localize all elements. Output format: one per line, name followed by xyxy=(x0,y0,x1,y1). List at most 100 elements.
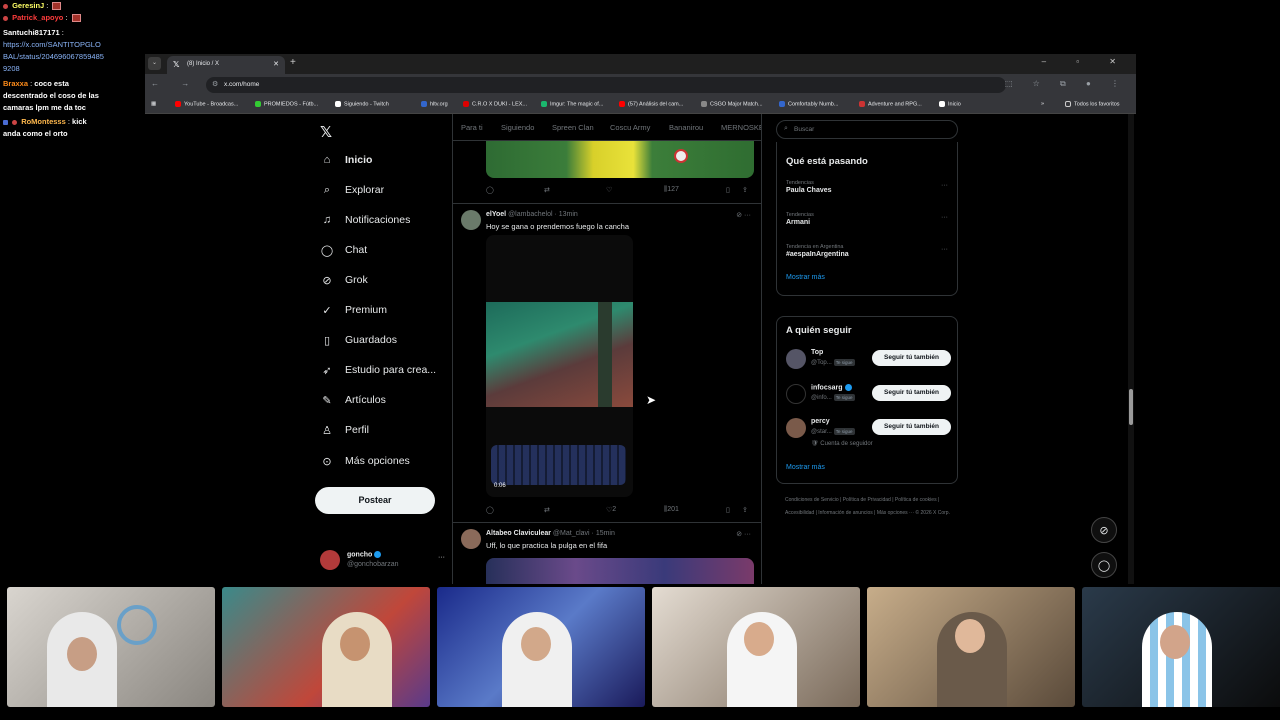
nav-premium[interactable]: ✓ Premium xyxy=(320,300,387,320)
bookmark-item[interactable]: YouTube - Broadcas... xyxy=(175,101,238,107)
tab-bananirou[interactable]: Bananirou xyxy=(669,123,703,132)
apps-icon[interactable]: ▦ xyxy=(151,101,156,107)
share-icon[interactable]: ⇪ xyxy=(742,186,748,194)
like-icon[interactable]: ♡ xyxy=(606,186,612,194)
follow-back-button[interactable]: Seguir tú también xyxy=(872,419,951,435)
bookmark-item[interactable]: Siguiendo - Twitch xyxy=(335,101,389,107)
tab-siguiendo[interactable]: Siguiendo xyxy=(501,123,534,132)
follow-name-row[interactable]: infocsarg xyxy=(811,384,852,391)
nav-grok[interactable]: ⊘ Grok xyxy=(320,270,368,290)
x-logo-icon[interactable]: 𝕏 xyxy=(320,123,332,141)
tweet-media-image[interactable] xyxy=(486,558,754,584)
trend-item[interactable]: Tendencias Paula Chaves ··· xyxy=(786,180,948,194)
site-info-icon[interactable]: ⚙ xyxy=(212,80,218,88)
tab-inicio[interactable]: 𝕏 (8) Inicio / X ✕ xyxy=(167,56,285,74)
tab-spreen-clan[interactable]: Spreen Clan xyxy=(552,123,594,132)
new-tab-icon[interactable]: + xyxy=(290,57,296,68)
nav-inicio[interactable]: ⌂ Inicio xyxy=(320,150,373,170)
follow-name[interactable]: percy xyxy=(811,418,830,425)
follow-back-button[interactable]: Seguir tú también xyxy=(872,350,951,366)
nav-notificaciones[interactable]: ♫ Notificaciones xyxy=(320,210,411,230)
more-icon[interactable]: ··· xyxy=(438,554,445,561)
nav-chat[interactable]: ◯ Chat xyxy=(320,240,367,260)
follow-handle-row: @Top... Te sigue xyxy=(811,359,855,366)
more-icon[interactable]: ··· xyxy=(941,182,948,189)
avatar[interactable] xyxy=(786,418,806,438)
nav-articulos[interactable]: ✎ Artículos xyxy=(320,390,386,410)
grok-menu-icon[interactable]: ⊘ ··· xyxy=(736,211,751,219)
tweet-media-video[interactable]: 0:06 xyxy=(486,235,633,497)
views-stat[interactable]: ⫼ 201 xyxy=(664,506,679,514)
bookmark-item[interactable]: hltv.org xyxy=(421,101,448,107)
nav-label: Artículos xyxy=(345,394,386,406)
retweet-icon[interactable]: ⇄ xyxy=(544,506,550,514)
follow-name[interactable]: Top xyxy=(811,349,823,356)
address-bar[interactable]: ⚙ x.com/home xyxy=(206,77,1006,93)
follow-back-button[interactable]: Seguir tú también xyxy=(872,385,951,401)
views-stat[interactable]: ⫼ 127 xyxy=(664,186,679,194)
trend-item[interactable]: Tendencias Armani ··· xyxy=(786,212,948,226)
trend-item[interactable]: Tendencia en Argentina #aespaInArgentina ·… xyxy=(786,244,948,258)
divider xyxy=(453,522,761,523)
window-controls[interactable]: – ▫ ✕ xyxy=(1042,57,1130,66)
messages-float-icon[interactable]: ◯ xyxy=(1091,552,1117,578)
scrollbar-thumb[interactable] xyxy=(1129,389,1133,425)
more-icon[interactable]: ··· xyxy=(941,214,948,221)
tab-para-ti[interactable]: Para ti xyxy=(461,123,483,132)
share-icon[interactable]: ⇪ xyxy=(742,506,748,514)
bookmark-item[interactable]: C.R.O X DUKI - LEX... xyxy=(463,101,527,107)
bookmark-icon[interactable]: ▯ xyxy=(726,186,730,194)
bookmark-label: (57) Análisis del cam... xyxy=(628,101,684,108)
tab-search-icon[interactable]: ⌄ xyxy=(148,57,161,70)
bookmark-item[interactable]: (57) Análisis del cam... xyxy=(619,101,683,107)
avatar[interactable] xyxy=(786,349,806,369)
nav-label: Premium xyxy=(345,304,388,316)
nav-label: Estudio para crea... xyxy=(345,364,437,376)
tweet-media-video[interactable] xyxy=(486,141,754,178)
nav-mas-opciones[interactable]: ⊙ Más opciones xyxy=(320,451,409,471)
reply-icon[interactable]: ◯ xyxy=(486,186,494,194)
close-tab-icon[interactable]: ✕ xyxy=(273,60,279,68)
retweet-icon[interactable]: ⇄ xyxy=(544,186,550,194)
avatar[interactable] xyxy=(461,210,481,230)
bookmark-item[interactable]: Adventure and RPG... xyxy=(859,101,922,107)
bookmark-item[interactable]: Inicio xyxy=(939,101,961,107)
streamer-face xyxy=(521,627,551,661)
bookmark-item[interactable]: PROMIEDOS - Fútb... xyxy=(255,101,318,107)
webcam-feed xyxy=(437,587,645,707)
show-more-link[interactable]: Mostrar más xyxy=(786,464,825,471)
follow-handle: @info... xyxy=(811,395,832,401)
reply-icon[interactable]: ◯ xyxy=(486,506,494,514)
author-name[interactable]: Altabeo Claviculear xyxy=(486,530,551,537)
grok-float-icon[interactable]: ⊘ xyxy=(1091,517,1117,543)
avatar[interactable] xyxy=(786,384,806,404)
toolbar-icons[interactable]: ⬚ ☆ ⧉ ● ⋮ xyxy=(1005,79,1128,89)
more-icon[interactable]: ··· xyxy=(941,246,948,253)
post-button[interactable]: Postear xyxy=(315,487,435,514)
grok-menu-icon[interactable]: ⊘ ··· xyxy=(736,530,751,538)
bookmark-icon[interactable]: ▯ xyxy=(726,506,730,514)
show-more-link[interactable]: Mostrar más xyxy=(786,274,825,281)
nav-explorar[interactable]: ⌕ Explorar xyxy=(320,180,384,200)
bookmark-item[interactable]: CSGO Major Match... xyxy=(701,101,763,107)
nav-perfil[interactable]: ♙ Perfil xyxy=(320,420,369,440)
tab-coscu-army[interactable]: Coscu Army xyxy=(610,123,650,132)
bookmark-item[interactable]: Imgur: The magic of... xyxy=(541,101,603,107)
nav-label: Grok xyxy=(345,274,368,286)
account-switcher[interactable]: goncho @gonchobarzan ··· xyxy=(320,548,445,572)
avatar[interactable] xyxy=(461,529,481,549)
tab-mernoske[interactable]: MERNOSKE xyxy=(721,123,761,132)
footer-links[interactable]: Condiciones de Servicio | Política de Pr… xyxy=(785,494,955,519)
bookmark-item[interactable]: Comfortably Numb... xyxy=(779,101,838,107)
badge-icon xyxy=(3,119,8,125)
more-bookmarks-icon[interactable]: » xyxy=(1041,101,1044,107)
scrollbar[interactable] xyxy=(1128,114,1134,584)
nav-guardados[interactable]: ▯ Guardados xyxy=(320,330,397,350)
all-bookmarks[interactable]: Todos los favoritos xyxy=(1065,101,1120,107)
search-input[interactable]: ⌕ Buscar xyxy=(776,120,958,139)
author-name[interactable]: elYoel xyxy=(486,211,506,218)
nav-estudio[interactable]: ➶ Estudio para crea... xyxy=(320,360,436,380)
like-stat[interactable]: ♡ 2 xyxy=(606,506,616,514)
chat-link[interactable]: https://x.com/SANTITOPGLOBAL/status/2046… xyxy=(0,39,105,75)
verified-icon xyxy=(844,384,852,391)
